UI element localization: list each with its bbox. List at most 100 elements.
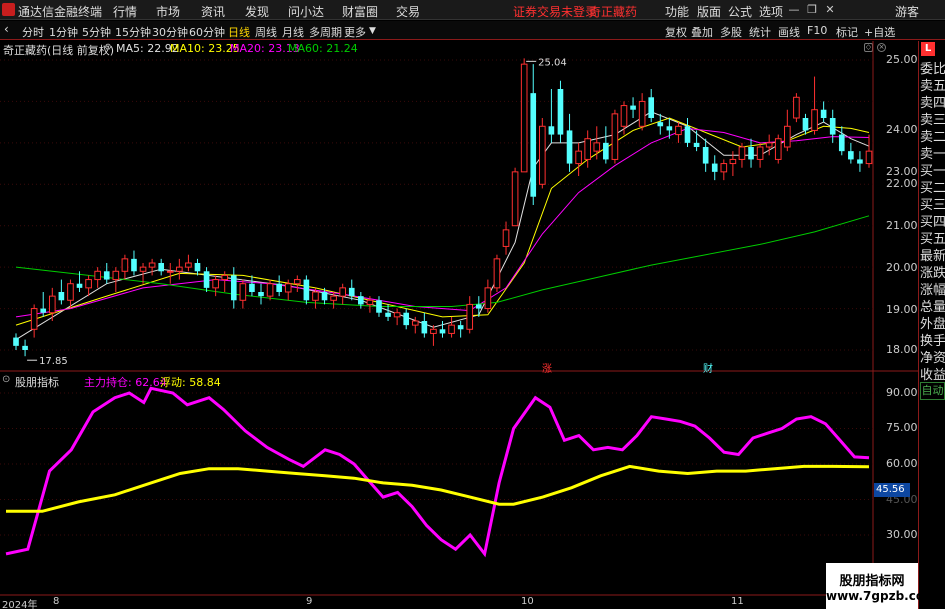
candle [276,275,282,297]
candle [493,254,501,292]
candle-body [675,125,682,136]
candle [857,151,863,172]
candle [85,275,92,297]
candle-body [666,126,673,131]
date-tick: 10 [521,596,534,607]
candle [94,267,101,288]
candle-body [239,283,247,301]
candle [239,279,247,309]
candle [638,93,646,131]
candle-body [85,279,92,289]
price-tick: 21.00 [886,219,918,232]
event-marker-finance[interactable]: 财 [703,360,713,375]
candle-body [593,142,601,152]
candle-body [738,146,746,160]
candle [303,275,310,305]
candle-body [158,263,165,272]
candle-body [366,299,374,305]
candle-body [684,126,691,143]
candle [421,312,428,338]
candle-body [620,105,628,127]
candle [548,89,555,143]
side-item[interactable]: 收益 [920,364,945,383]
candle [820,101,827,123]
candle-body [702,147,709,164]
candle-body [857,159,863,164]
float-line [6,464,870,513]
candle [838,126,845,156]
candle-body [493,258,501,289]
candle [539,118,546,189]
candle-body [848,151,854,160]
chart-canvas[interactable]: 25.04 17.85 [0,0,918,609]
candle-body [276,283,282,292]
candle-body [421,321,428,334]
candle [176,258,183,280]
candle [339,283,346,305]
candle-body [566,130,573,164]
candle-body [112,270,120,281]
candle-body [484,287,492,310]
candle [22,339,28,357]
indicator-current-value: 45.56 [874,483,910,497]
price-tick: 20.00 [886,261,918,274]
side-badge[interactable]: L [921,42,935,56]
candle-body [793,96,800,119]
candle [584,130,592,168]
candle-body [284,283,292,293]
candle-body [530,93,537,197]
candle [348,279,355,301]
candle-body [13,337,19,346]
candle-body [756,146,764,160]
candle-body [321,292,328,301]
watermark-url: www.7gpzb.com [826,589,937,603]
candle-body [221,274,229,281]
price-tick: 22.00 [886,177,918,190]
ma5-line [15,111,870,341]
candle [530,64,537,205]
candle-body [475,304,482,309]
event-marker-up[interactable]: 涨 [542,360,552,375]
candle-body [693,142,700,147]
candle-body [829,118,836,135]
candle [439,321,446,338]
candle-body [103,271,110,280]
candle [693,130,700,152]
candle [520,58,528,173]
candle-body [94,270,101,281]
price-tick: 19.00 [886,303,918,316]
candle-body [258,292,264,297]
date-tick: 9 [306,596,313,607]
candle-body [448,324,455,334]
candle [502,221,510,255]
indicator-tick: 75.00 [886,421,918,434]
candle [711,155,718,181]
indicator-tick: 60.00 [886,457,918,470]
candle [511,167,519,227]
candle-body [811,109,818,131]
candle-body [230,275,237,301]
candle-body [22,345,28,350]
candle [793,93,800,123]
candle-body [511,171,519,227]
candle-body [312,291,319,301]
candle [148,258,156,276]
main-position-label: 主力持仓: 62.64 [84,376,167,389]
candle [648,89,655,123]
auto-button[interactable]: 自动 [920,382,945,400]
candle-body [648,97,655,118]
candle [865,134,873,168]
candle-body [176,266,183,272]
candle [293,275,301,292]
candle-body [548,126,555,135]
quote-side-panel: L 委比 卖五 卖四 卖三 卖二 卖一 买一 买二 买三 买四 买五 最新 涨跌 涨幅 总量 外盘 换手 净资 收益… [918,41,945,609]
candle [774,134,782,164]
candle-body [466,303,474,330]
candle [657,113,664,135]
candle-body [411,320,419,326]
candle [457,321,464,338]
candle-body [194,263,201,272]
indicator-toggle-icon[interactable]: ⊙ [2,374,10,385]
candle [249,275,255,297]
candle [756,142,764,168]
